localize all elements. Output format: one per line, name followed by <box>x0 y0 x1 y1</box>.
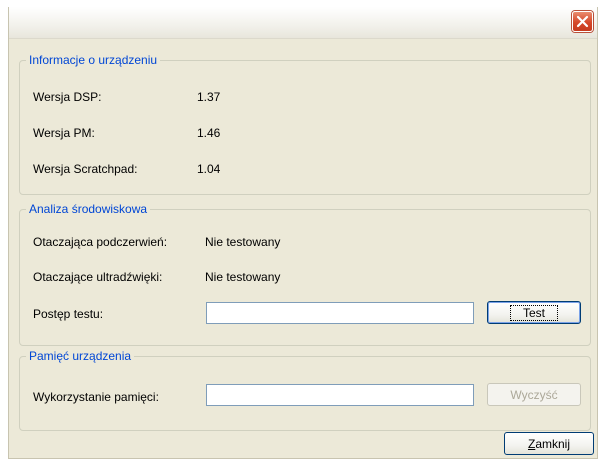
pm-version-label: Wersja PM: <box>33 126 95 140</box>
title-bar <box>9 7 597 39</box>
window-close-button[interactable] <box>572 11 593 32</box>
close-x-icon <box>576 15 589 28</box>
pm-version-value: 1.46 <box>197 126 221 140</box>
clear-button[interactable]: Wyczyść <box>487 383 581 406</box>
infrared-label: Otaczająca podczerwień: <box>33 235 168 249</box>
memory-legend: Pamięć urządzenia <box>29 349 132 363</box>
test-progress-bar <box>206 302 474 324</box>
infrared-value: Nie testowany <box>205 235 281 249</box>
test-progress-label: Postęp testu: <box>33 307 104 321</box>
close-button[interactable]: Zamknij <box>504 432 594 455</box>
device-info-legend: Informacje o urządzeniu <box>29 53 158 67</box>
scratchpad-version-value: 1.04 <box>197 162 221 176</box>
memory-usage-bar <box>206 384 474 406</box>
device-dialog: Informacje o urządzeniu Wersja DSP: 1.37… <box>8 7 598 459</box>
scratchpad-version-label: Wersja Scratchpad: <box>33 162 138 176</box>
dsp-version-label: Wersja DSP: <box>33 90 102 104</box>
dsp-version-value: 1.37 <box>197 90 221 104</box>
close-button-label: Zamknij <box>527 436 571 451</box>
ultrasound-label: Otaczające ultradźwięki: <box>33 270 163 284</box>
test-button[interactable]: Test <box>487 301 581 324</box>
ultrasound-value: Nie testowany <box>205 270 281 284</box>
memory-usage-label: Wykorzystanie pamięci: <box>33 390 159 404</box>
test-button-label: Test <box>509 304 558 321</box>
environment-legend: Analiza środowiskowa <box>29 202 148 216</box>
